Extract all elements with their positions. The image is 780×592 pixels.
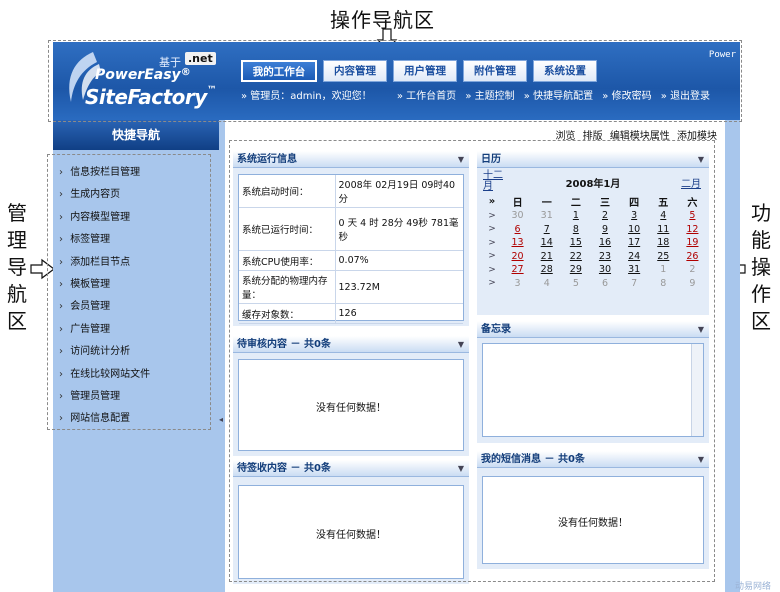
sidebar-title: 快捷导航 [53, 120, 219, 150]
right-scrollbar[interactable] [725, 120, 740, 592]
annotation-region-top [48, 40, 742, 122]
annotation-left-char: 管 [7, 201, 27, 225]
annotation-region-right [229, 140, 715, 582]
annotation-left-char: 导 [7, 255, 27, 279]
annotation-right-char: 操 [751, 255, 771, 279]
collapse-left-icon[interactable]: ◂ [219, 415, 223, 424]
annotation-region-left [47, 154, 211, 430]
annotation-right-label: 功 能 操 作 区 [748, 200, 774, 335]
annotation-right-char: 作 [751, 282, 771, 306]
annotation-left-char: 区 [7, 309, 27, 333]
watermark-text: 动易网络 [735, 582, 772, 592]
annotation-left-char: 航 [7, 282, 27, 306]
annotation-left-label: 管 理 导 航 区 [6, 200, 28, 335]
annotation-left-char: 理 [7, 228, 27, 252]
annotation-right-char: 能 [751, 228, 771, 252]
annotation-right-char: 区 [751, 309, 771, 333]
screenshot-stage: 操作导航区 管 理 导 航 区 功 能 操 作 区 基于 .net PowerE… [0, 0, 780, 592]
annotation-right-char: 功 [751, 201, 771, 225]
